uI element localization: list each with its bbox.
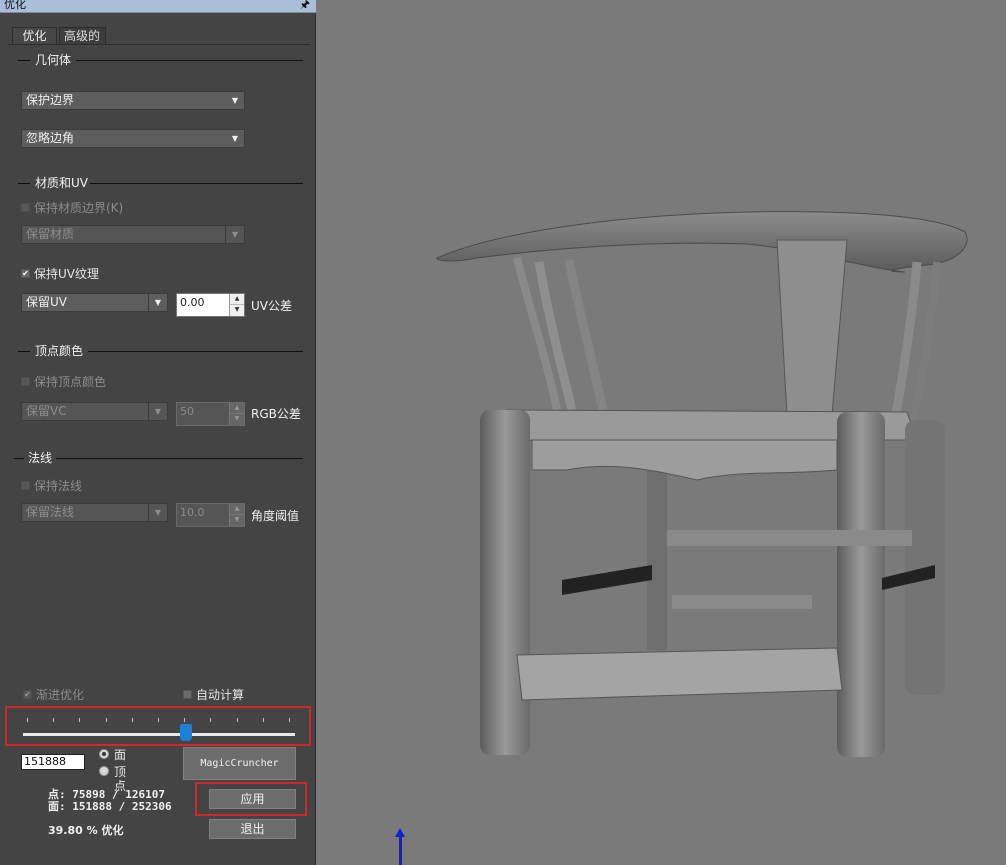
section-normals-label: 法线 [28,451,53,465]
slider-tick [236,718,238,722]
panel-title: 优化 [4,0,26,11]
optimize-percent: 39.80 % 优化 [48,824,124,837]
exit-button[interactable]: 退出 [209,819,296,839]
stats-points: 点: 75898 / 126107 [48,788,165,801]
stats-faces: 面: 151888 / 252306 [48,800,172,813]
axis-arrow-head-icon [395,828,405,837]
chevron-down-icon: ▼ [148,403,167,420]
tab-divider [8,44,310,45]
chevron-down-icon: ▼ [231,96,238,105]
rgb-tolerance-label: RGB公差 [251,407,301,421]
tab-advanced[interactable]: 高级的 [59,27,106,44]
spin-down-icon[interactable]: ▼ [229,305,244,316]
slider-tick [53,718,55,722]
slider-tick [27,718,28,722]
section-material-label: 材质和UV [35,176,88,190]
slider-tick [184,718,186,722]
slider-tick [210,718,212,722]
normal-combo[interactable]: 保留法线 ▼ [21,503,168,522]
spin-down-icon[interactable]: ▼ [229,414,244,425]
tab-optimize[interactable]: 优化 [12,27,57,44]
slider-tick [158,718,159,722]
spin-up-icon[interactable]: ▲ [229,294,244,305]
section-normals: 法线 [14,451,303,465]
axis-arrow [399,833,402,865]
corner-combo[interactable]: 忽略边角 ▼ [21,129,245,148]
optimize-slider-track[interactable] [23,733,295,736]
uv-combo[interactable]: 保留UV ▼ [21,293,168,312]
3d-viewport[interactable] [317,0,1006,865]
magic-cruncher-button[interactable]: MagicCruncher [183,747,296,780]
section-material: 材质和UV [18,176,303,190]
rgb-tolerance-spinner[interactable]: 50 ▲ ▼ [176,402,245,426]
spin-up-icon[interactable]: ▲ [229,504,244,515]
section-vertex-color-label: 顶点颜色 [35,344,84,358]
target-count-input[interactable]: 151888 [21,754,85,770]
slider-tick [262,718,264,722]
chevron-down-icon: ▼ [148,294,167,311]
angle-threshold-label: 角度阈值 [251,509,300,523]
slider-tick [79,718,81,722]
panel-titlebar: 优化 🖈 [0,0,316,13]
optimize-slider-frame [5,706,311,746]
apply-button[interactable]: 应用 [209,789,296,809]
section-vertex-color: 顶点颜色 [18,344,303,358]
section-geometry: 几何体 [18,53,303,67]
boundary-combo[interactable]: 保护边界 ▼ [21,91,245,110]
vc-combo[interactable]: 保留VC ▼ [21,402,168,421]
checkmark-icon: ✔ [23,690,32,699]
slider-tick [131,718,133,722]
spin-down-icon[interactable]: ▼ [229,515,244,526]
slider-tick [289,718,290,722]
chevron-down-icon: ▼ [231,134,238,143]
material-combo[interactable]: 保留材质 ▼ [21,225,245,244]
slider-tick [105,718,107,722]
checkmark-icon: ✔ [21,269,30,278]
spin-up-icon[interactable]: ▲ [229,403,244,414]
uv-tolerance-label: UV公差 [251,299,292,313]
section-geometry-label: 几何体 [35,53,72,67]
optimize-panel: 优化 🖈 优化 高级的 几何体 保护边界 ▼ 忽略边角 ▼ 材质和UV 保持材质边界… [0,0,316,865]
uv-tolerance-spinner[interactable]: 0.00 ▲ ▼ [176,293,245,317]
optimize-slider-handle[interactable] [180,724,193,741]
chevron-down-icon: ▼ [148,504,167,521]
angle-threshold-spinner[interactable]: 10.0 ▲ ▼ [176,503,245,527]
pin-icon[interactable]: 🖈 [300,0,310,10]
chair-model [436,211,968,757]
chevron-down-icon: ▼ [225,226,244,243]
